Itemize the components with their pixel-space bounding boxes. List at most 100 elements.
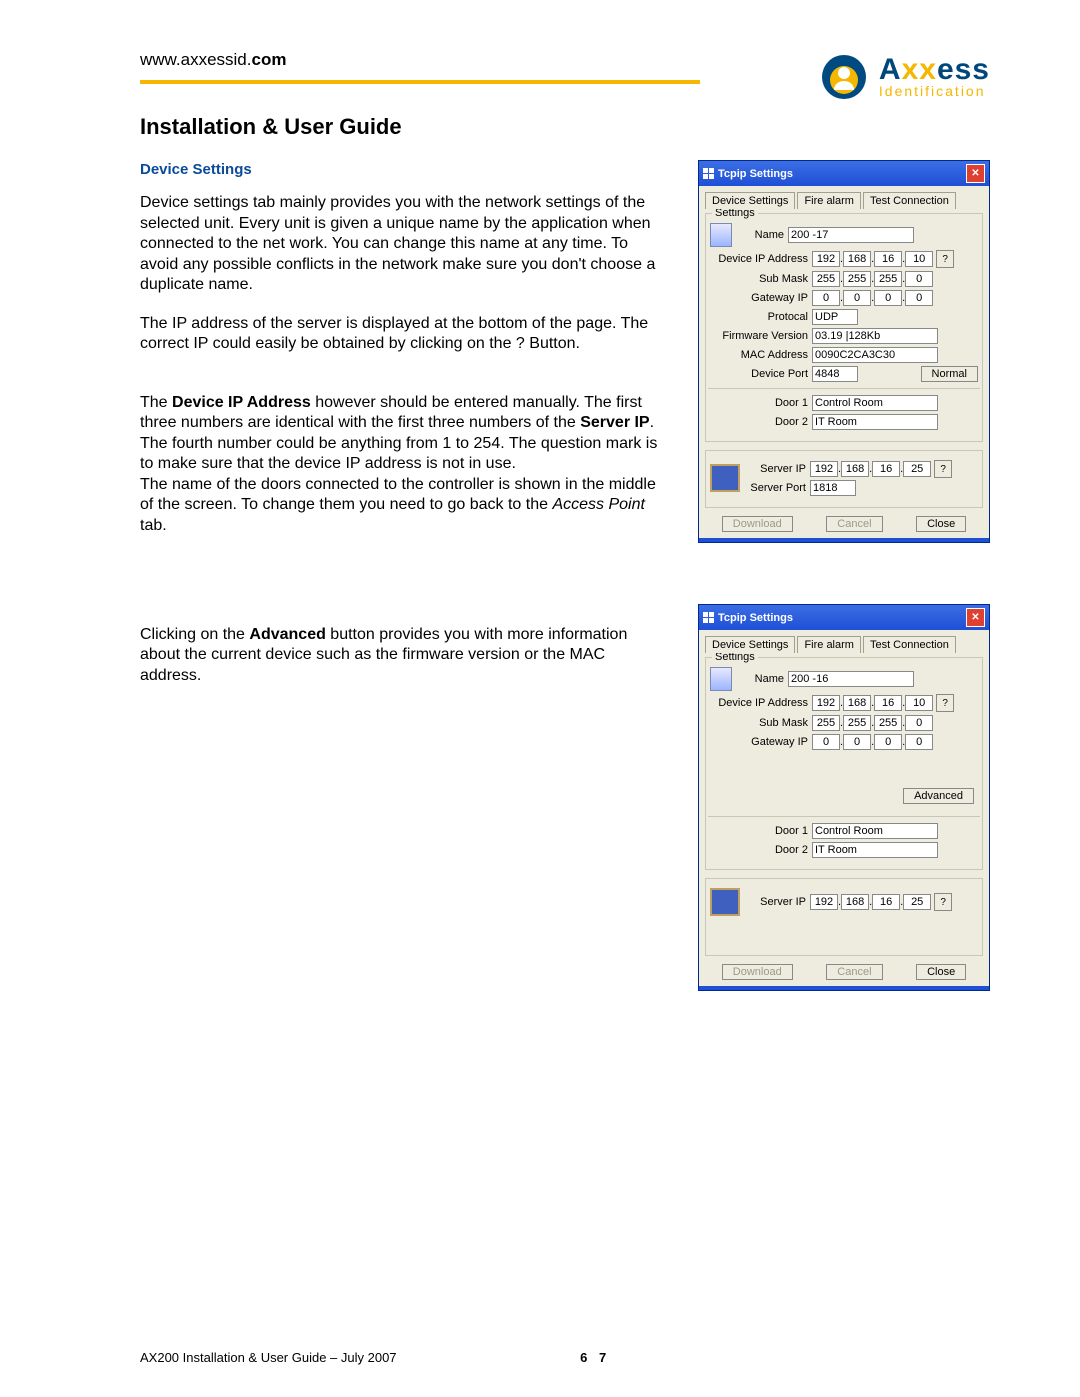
door2-label: Door 2 xyxy=(710,844,812,856)
subnet-3[interactable]: 255 xyxy=(874,271,902,287)
download-button[interactable]: Download xyxy=(722,516,793,532)
cancel-button[interactable]: Cancel xyxy=(826,516,882,532)
tab-fire-alarm[interactable]: Fire alarm xyxy=(797,636,861,653)
advanced-button[interactable]: Advanced xyxy=(903,788,974,804)
paragraph-4: Clicking on the Advanced button provides… xyxy=(140,604,668,686)
tab-test-connection[interactable]: Test Connection xyxy=(863,636,956,653)
gateway-3[interactable]: 0 xyxy=(874,734,902,750)
gateway-4[interactable]: 0 xyxy=(905,734,933,750)
paragraph-2: The IP address of the server is displaye… xyxy=(140,314,668,355)
tcpip-settings-dialog-normal: Tcpip Settings ✕ Device Settings Fire al… xyxy=(698,604,990,991)
tab-device-settings[interactable]: Device Settings xyxy=(705,192,795,209)
close-button[interactable]: Close xyxy=(916,964,966,980)
subnet-2[interactable]: 255 xyxy=(843,271,871,287)
server-port-label: Server Port xyxy=(746,482,810,494)
device-ip-label: Device IP Address xyxy=(710,253,812,265)
subnet-4[interactable]: 0 xyxy=(905,715,933,731)
device-ip-lookup-button[interactable]: ? xyxy=(936,694,954,712)
window-icon xyxy=(703,612,714,623)
name-label: Name xyxy=(738,673,788,685)
server-ip-2[interactable]: 168 xyxy=(841,894,869,910)
page-footer: AX200 Installation & User Guide – July 2… xyxy=(140,1350,610,1365)
server-ip-lookup-button[interactable]: ? xyxy=(934,460,952,478)
device-ip-3[interactable]: 16 xyxy=(874,251,902,267)
gateway-label: Gateway IP xyxy=(710,292,812,304)
door2-field[interactable]: IT Room xyxy=(812,842,938,858)
gateway-2[interactable]: 0 xyxy=(843,734,871,750)
gateway-label: Gateway IP xyxy=(710,736,812,748)
close-icon[interactable]: ✕ xyxy=(966,164,985,183)
tcpip-settings-dialog-expanded: Tcpip Settings ✕ Device Settings Fire al… xyxy=(698,160,990,543)
gateway-2[interactable]: 0 xyxy=(843,290,871,306)
server-ip-4[interactable]: 25 xyxy=(903,894,931,910)
door1-label: Door 1 xyxy=(710,397,812,409)
section-heading: Device Settings xyxy=(140,160,668,179)
mac-field: 0090C2CA3C30 xyxy=(812,347,938,363)
device-ip-2[interactable]: 168 xyxy=(843,695,871,711)
server-ip-label: Server IP xyxy=(746,463,810,475)
tab-fire-alarm[interactable]: Fire alarm xyxy=(797,192,861,209)
server-port-field[interactable]: 1818 xyxy=(810,480,856,496)
subnet-label: Sub Mask xyxy=(710,717,812,729)
device-ip-1[interactable]: 192 xyxy=(812,695,840,711)
device-ip-2[interactable]: 168 xyxy=(843,251,871,267)
device-port-label: Device Port xyxy=(710,368,812,380)
normal-button[interactable]: Normal xyxy=(921,366,978,382)
window-title: Tcpip Settings xyxy=(718,168,793,180)
server-ip-3[interactable]: 16 xyxy=(872,461,900,477)
server-ip-1[interactable]: 192 xyxy=(810,461,838,477)
name-field[interactable]: 200 -17 xyxy=(788,227,914,243)
server-ip-label: Server IP xyxy=(746,896,810,908)
subnet-4[interactable]: 0 xyxy=(905,271,933,287)
header-url: www.axxessid.com xyxy=(140,50,286,69)
close-button[interactable]: Close xyxy=(916,516,966,532)
server-ip-4[interactable]: 25 xyxy=(903,461,931,477)
device-port-field[interactable]: 4848 xyxy=(812,366,858,382)
tab-test-connection[interactable]: Test Connection xyxy=(863,192,956,209)
device-ip-1[interactable]: 192 xyxy=(812,251,840,267)
gateway-4[interactable]: 0 xyxy=(905,290,933,306)
subnet-label: Sub Mask xyxy=(710,273,812,285)
device-ip-lookup-button[interactable]: ? xyxy=(936,250,954,268)
server-ip-3[interactable]: 16 xyxy=(872,894,900,910)
server-ip-lookup-button[interactable]: ? xyxy=(934,893,952,911)
window-title: Tcpip Settings xyxy=(718,612,793,624)
download-button[interactable]: Download xyxy=(722,964,793,980)
protocol-label: Protocal xyxy=(710,311,812,323)
device-icon xyxy=(710,667,732,691)
subnet-1[interactable]: 255 xyxy=(812,271,840,287)
subnet-3[interactable]: 255 xyxy=(874,715,902,731)
window-icon xyxy=(703,168,714,179)
name-field[interactable]: 200 -16 xyxy=(788,671,914,687)
page-title: Installation & User Guide xyxy=(140,114,990,140)
door2-label: Door 2 xyxy=(710,416,812,428)
paragraph-1: Device settings tab mainly provides you … xyxy=(140,193,668,295)
gateway-1[interactable]: 0 xyxy=(812,290,840,306)
name-label: Name xyxy=(738,229,788,241)
subnet-1[interactable]: 255 xyxy=(812,715,840,731)
mac-label: MAC Address xyxy=(710,349,812,361)
door1-field[interactable]: Control Room xyxy=(812,395,938,411)
gateway-1[interactable]: 0 xyxy=(812,734,840,750)
cancel-button[interactable]: Cancel xyxy=(826,964,882,980)
protocol-field[interactable]: UDP xyxy=(812,309,858,325)
tab-device-settings[interactable]: Device Settings xyxy=(705,636,795,653)
brand-name: Axxess xyxy=(879,56,990,83)
door1-label: Door 1 xyxy=(710,825,812,837)
server-ip-1[interactable]: 192 xyxy=(810,894,838,910)
firmware-label: Firmware Version xyxy=(710,330,812,342)
close-icon[interactable]: ✕ xyxy=(966,608,985,627)
device-ip-4[interactable]: 10 xyxy=(905,695,933,711)
paragraph-3: The Device IP Address however should be … xyxy=(140,372,668,536)
device-ip-3[interactable]: 16 xyxy=(874,695,902,711)
page-number: 6 7 xyxy=(580,1350,610,1365)
server-ip-2[interactable]: 168 xyxy=(841,461,869,477)
firmware-field: 03.19 |128Kb xyxy=(812,328,938,344)
device-ip-4[interactable]: 10 xyxy=(905,251,933,267)
door1-field[interactable]: Control Room xyxy=(812,823,938,839)
subnet-2[interactable]: 255 xyxy=(843,715,871,731)
brand-logo: Axxess Identification xyxy=(817,50,990,104)
door2-field[interactable]: IT Room xyxy=(812,414,938,430)
gateway-3[interactable]: 0 xyxy=(874,290,902,306)
device-ip-label: Device IP Address xyxy=(710,697,812,709)
